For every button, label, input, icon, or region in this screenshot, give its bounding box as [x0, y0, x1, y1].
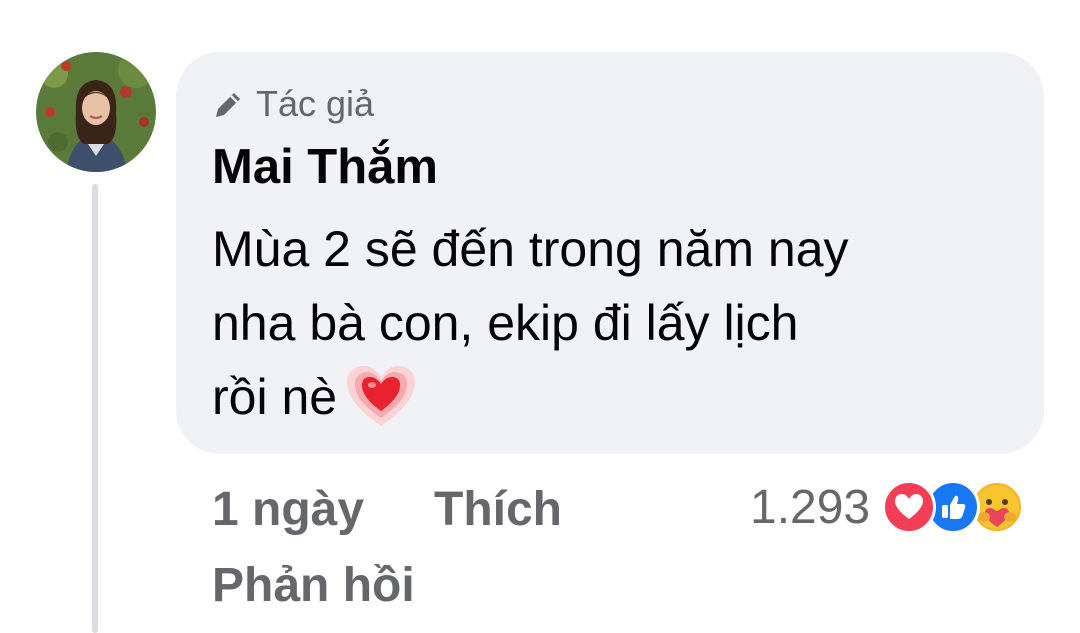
pencil-icon: [212, 88, 244, 120]
author-name[interactable]: Mai Thắm: [212, 138, 438, 196]
reply-button[interactable]: Phản hồi: [212, 556, 415, 616]
reaction-count: 1.293: [750, 481, 871, 534]
comment-container: Tác giả Mai Thắm Mùa 2 sẽ đến trong năm …: [0, 0, 1080, 633]
comment-text-line: nha bà con, ekip đi lấy lịch: [212, 295, 799, 351]
reaction-icons: [882, 480, 1028, 536]
avatar-photo: [36, 52, 156, 172]
comment-text-line: rồi nè: [212, 360, 1012, 434]
author-badge-label: Tác giả: [256, 83, 375, 124]
author-badge: Tác giả: [212, 83, 375, 124]
comment-text: Mùa 2 sẽ đến trong năm nay nha bà con, e…: [212, 212, 1012, 434]
avatar[interactable]: [36, 52, 156, 172]
love-reaction-icon: [882, 480, 937, 534]
reaction-summary[interactable]: 1.293: [750, 478, 1028, 538]
thread-line: [92, 184, 98, 633]
heart-emoji-icon: [345, 364, 417, 428]
comment-timestamp[interactable]: 1 ngày: [212, 480, 364, 540]
like-button[interactable]: Thích: [434, 480, 562, 540]
comment-text-fragment: rồi nè: [212, 369, 338, 425]
comment-text-line: Mùa 2 sẽ đến trong năm nay: [212, 221, 849, 277]
